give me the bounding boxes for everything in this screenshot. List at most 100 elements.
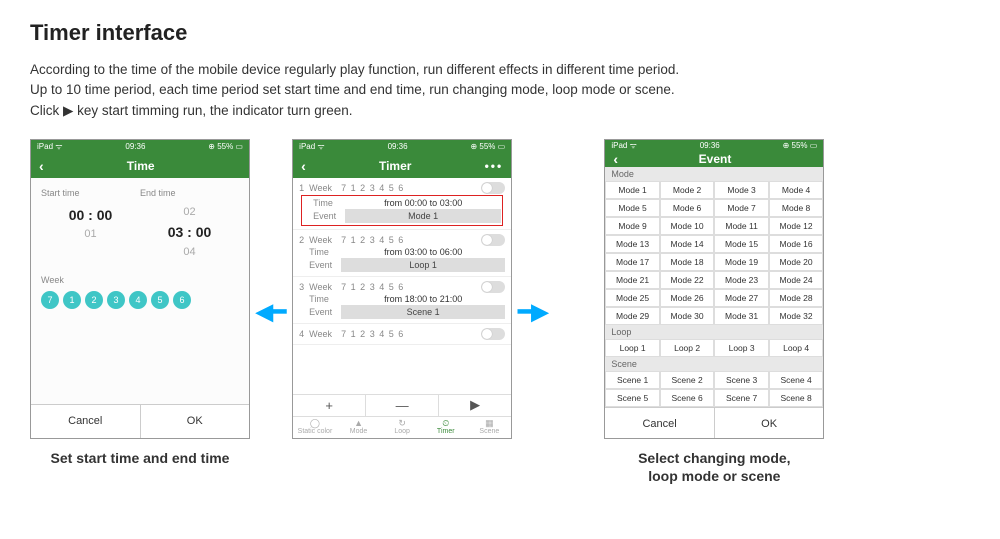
mode-cell[interactable]: Mode 28	[769, 289, 824, 307]
mode-cell[interactable]: Mode 12	[769, 217, 824, 235]
cancel-button[interactable]: Cancel	[31, 405, 141, 438]
mode-cell[interactable]: Mode 2	[660, 181, 715, 199]
week-day-dot[interactable]: 1	[63, 291, 81, 309]
mode-cell[interactable]: Mode 7	[714, 199, 769, 217]
back-icon[interactable]: ‹	[39, 158, 44, 174]
loop-cell[interactable]: Loop 3	[714, 339, 769, 357]
toggle-switch[interactable]	[481, 328, 505, 340]
play-button[interactable]: ▶	[439, 395, 511, 416]
status-bar: iPad ᯤ 09:36 ⊕ 55% ▭	[605, 140, 823, 151]
mode-cell[interactable]: Mode 4	[769, 181, 824, 199]
remove-button[interactable]: —	[366, 395, 439, 416]
event-value[interactable]: Mode 1	[345, 209, 501, 223]
time-picker[interactable]: 00 : 0001 0203 : 0004	[41, 204, 239, 262]
picker-next: 01	[41, 226, 140, 244]
event-label: Event	[313, 211, 345, 221]
scene-cell[interactable]: Scene 6	[660, 389, 715, 407]
mode-cell[interactable]: Mode 22	[660, 271, 715, 289]
loop-cell[interactable]: Loop 2	[660, 339, 715, 357]
description: According to the time of the mobile devi…	[30, 60, 970, 121]
tab-timer[interactable]: ⏲Timer	[424, 417, 468, 438]
header-title: Timer	[379, 159, 411, 173]
back-icon[interactable]: ‹	[613, 151, 618, 167]
week-day-dot[interactable]: 5	[151, 291, 169, 309]
mode-cell[interactable]: Mode 20	[769, 253, 824, 271]
scene-cell[interactable]: Scene 1	[605, 371, 660, 389]
scene-cell[interactable]: Scene 4	[769, 371, 824, 389]
loop-grid: Loop 1Loop 2Loop 3Loop 4	[605, 339, 823, 357]
toggle-switch[interactable]	[481, 182, 505, 194]
ok-button[interactable]: OK	[715, 408, 824, 439]
scene-icon: ▦	[485, 419, 494, 428]
mode-cell[interactable]: Mode 11	[714, 217, 769, 235]
scene-cell[interactable]: Scene 3	[714, 371, 769, 389]
time-range[interactable]: from 00:00 to 03:00	[345, 198, 501, 208]
section-loop: Loop	[605, 325, 823, 339]
phone-timer: iPad ᯤ 09:36 ⊕ 55% ▭ ‹ Timer ••• 1Week7 …	[292, 139, 512, 439]
back-icon[interactable]: ‹	[301, 158, 306, 174]
week-day-dot[interactable]: 7	[41, 291, 59, 309]
scene-cell[interactable]: Scene 2	[660, 371, 715, 389]
mode-cell[interactable]: Mode 26	[660, 289, 715, 307]
mode-cell[interactable]: Mode 31	[714, 307, 769, 325]
mode-cell[interactable]: Mode 9	[605, 217, 660, 235]
tab-static-color[interactable]: ◯Static color	[293, 417, 337, 438]
mode-cell[interactable]: Mode 17	[605, 253, 660, 271]
time-range[interactable]: from 03:00 to 06:00	[341, 247, 505, 257]
phone-event: iPad ᯤ 09:36 ⊕ 55% ▭ ‹ Event Mode Mode 1…	[604, 139, 824, 439]
mode-cell[interactable]: Mode 32	[769, 307, 824, 325]
mode-cell[interactable]: Mode 5	[605, 199, 660, 217]
scene-cell[interactable]: Scene 8	[769, 389, 824, 407]
mode-cell[interactable]: Mode 23	[714, 271, 769, 289]
loop-cell[interactable]: Loop 1	[605, 339, 660, 357]
tab-mode[interactable]: ▲Mode	[337, 417, 381, 438]
timer-item: 4Week7 1 2 3 4 5 6	[293, 324, 511, 345]
week-day-dot[interactable]: 6	[173, 291, 191, 309]
mode-cell[interactable]: Mode 25	[605, 289, 660, 307]
event-value[interactable]: Scene 1	[341, 305, 505, 319]
mode-cell[interactable]: Mode 15	[714, 235, 769, 253]
week-day-dot[interactable]: 3	[107, 291, 125, 309]
more-icon[interactable]: •••	[485, 159, 504, 173]
tab-loop[interactable]: ↻Loop	[380, 417, 424, 438]
caption-time: Set start time and end time	[51, 449, 230, 467]
mode-cell[interactable]: Mode 6	[660, 199, 715, 217]
mode-cell[interactable]: Mode 30	[660, 307, 715, 325]
start-hour[interactable]: 00 : 00	[41, 204, 140, 226]
mode-cell[interactable]: Mode 29	[605, 307, 660, 325]
end-hour[interactable]: 03 : 00	[140, 221, 239, 243]
time-range[interactable]: from 18:00 to 21:00	[341, 294, 505, 304]
mode-cell[interactable]: Mode 8	[769, 199, 824, 217]
week-day-dot[interactable]: 4	[129, 291, 147, 309]
mode-cell[interactable]: Mode 16	[769, 235, 824, 253]
event-scroll[interactable]: Mode Mode 1Mode 2Mode 3Mode 4Mode 5Mode …	[605, 167, 823, 407]
mode-cell[interactable]: Mode 27	[714, 289, 769, 307]
mode-cell[interactable]: Mode 13	[605, 235, 660, 253]
picker-prev: 02	[140, 204, 239, 222]
cancel-button[interactable]: Cancel	[605, 408, 715, 439]
phone-time-wrap: iPad ᯤ 09:36 ⊕ 55% ▭ ‹ Time Start time E…	[30, 139, 250, 467]
mode-cell[interactable]: Mode 1	[605, 181, 660, 199]
event-value[interactable]: Loop 1	[341, 258, 505, 272]
ok-button[interactable]: OK	[141, 405, 250, 438]
loop-icon: ↻	[398, 419, 406, 428]
add-button[interactable]: +	[293, 395, 366, 416]
scene-cell[interactable]: Scene 5	[605, 389, 660, 407]
mode-cell[interactable]: Mode 18	[660, 253, 715, 271]
mode-cell[interactable]: Mode 21	[605, 271, 660, 289]
toggle-switch[interactable]	[481, 281, 505, 293]
timer-index: 4	[299, 329, 309, 339]
mode-cell[interactable]: Mode 19	[714, 253, 769, 271]
week-day-dot[interactable]: 2	[85, 291, 103, 309]
header-event: ‹ Event	[605, 151, 823, 167]
scene-cell[interactable]: Scene 7	[714, 389, 769, 407]
loop-cell[interactable]: Loop 4	[769, 339, 824, 357]
mode-cell[interactable]: Mode 24	[769, 271, 824, 289]
tab-scene[interactable]: ▦Scene	[468, 417, 512, 438]
toggle-switch[interactable]	[481, 234, 505, 246]
mode-cell[interactable]: Mode 14	[660, 235, 715, 253]
mode-cell[interactable]: Mode 10	[660, 217, 715, 235]
time-label: Time	[309, 247, 341, 257]
mode-cell[interactable]: Mode 3	[714, 181, 769, 199]
desc-line-3: Click ▶ key start timming run, the indic…	[30, 103, 353, 118]
